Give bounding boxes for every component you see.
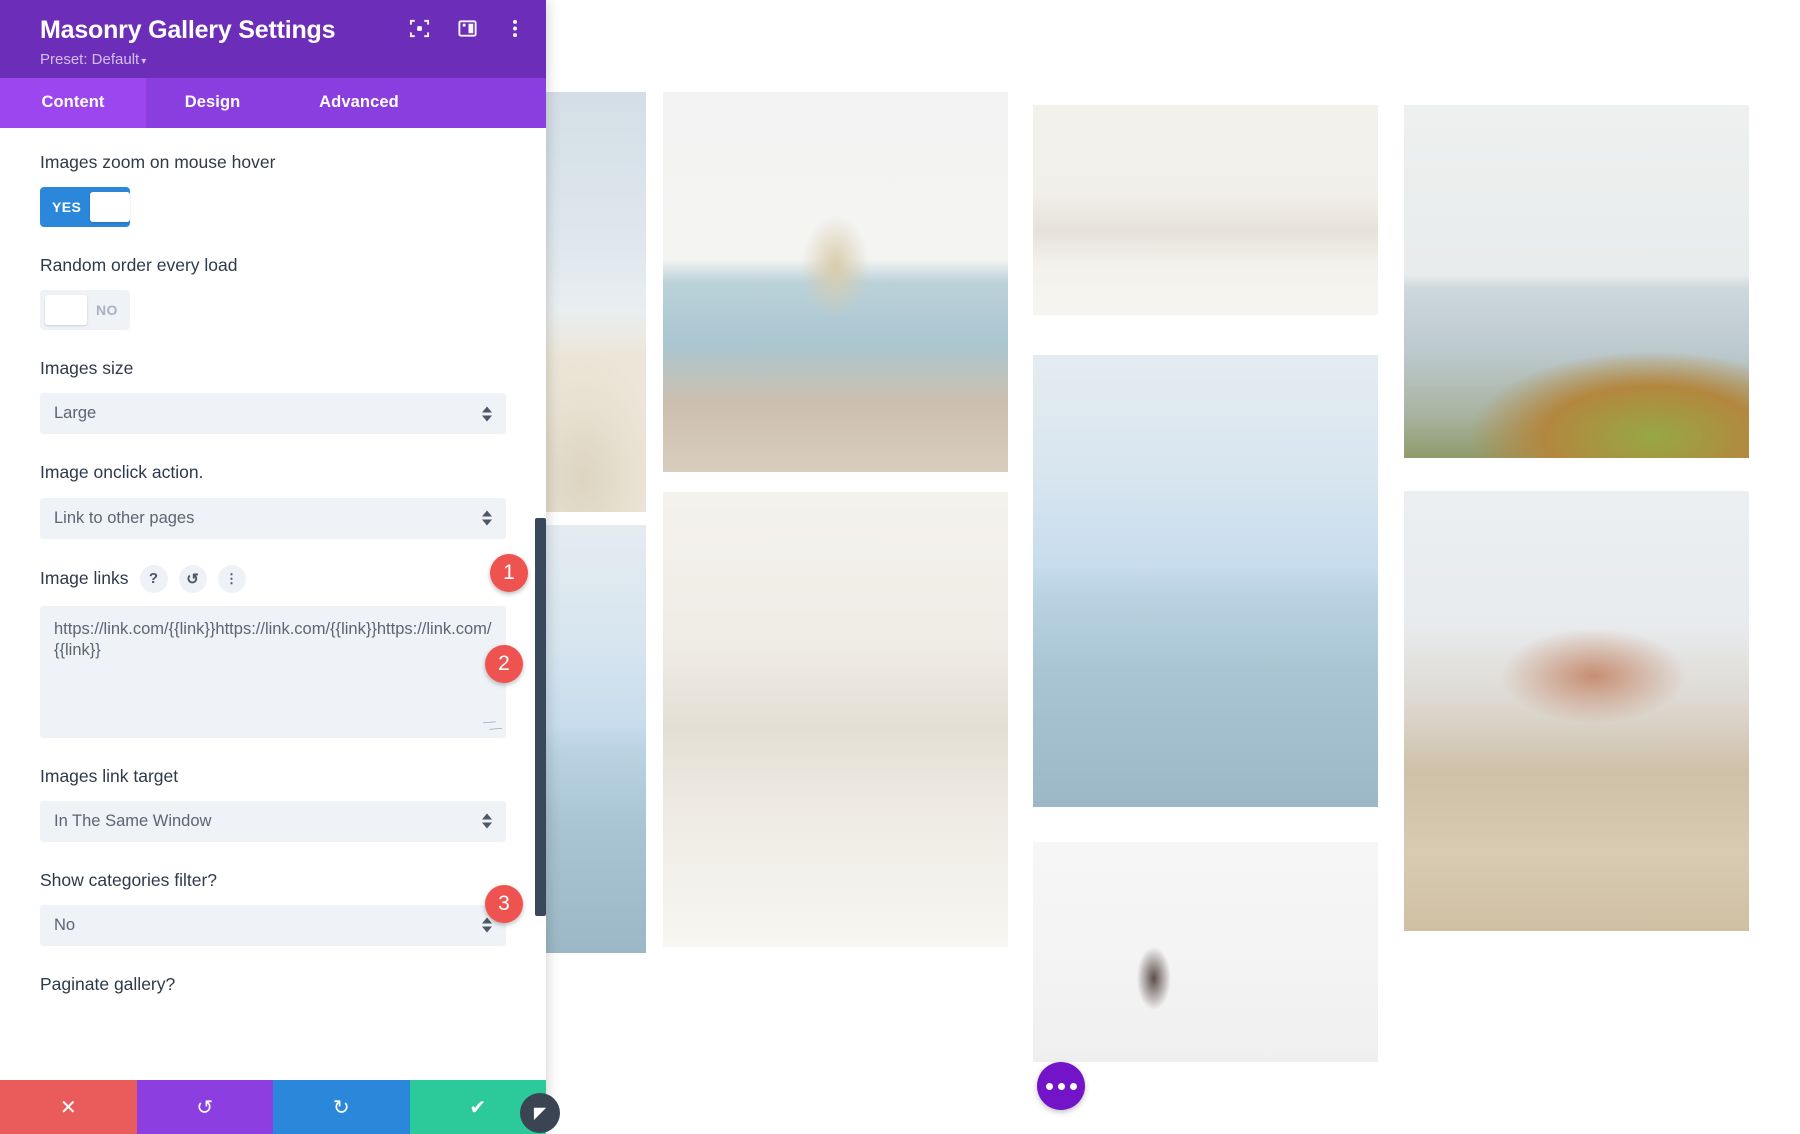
- three-dots-icon-dot: [1069, 1082, 1077, 1090]
- select-show_categories_filter[interactable]: No: [40, 904, 506, 946]
- column-1: [540, 92, 646, 953]
- field-paginate_gallery: Paginate gallery?: [40, 972, 506, 996]
- label-show_categories_filter: Show categories filter?: [40, 869, 218, 890]
- field-image_onclick_action: Image onclick action. Link to other pages: [40, 460, 506, 539]
- annotation-badge-3: 3: [485, 885, 523, 923]
- select-updown-arrows-icon: [482, 510, 492, 526]
- tab-content[interactable]: Content: [0, 78, 146, 128]
- field-label-row: Image links? ↺ ⋮: [40, 564, 506, 593]
- module-settings-panel: Masonry Gallery Settings Preset: Default…: [0, 0, 546, 1134]
- page-options-fab[interactable]: [1037, 1062, 1085, 1110]
- panel-header: Masonry Gallery Settings Preset: Default…: [0, 0, 546, 78]
- select-image_onclick_action[interactable]: Link to other pages: [40, 497, 506, 539]
- column-4: [1404, 105, 1749, 931]
- toggle-value: YES: [52, 199, 82, 216]
- rope-fence-path-photo[interactable]: [1404, 491, 1749, 931]
- input-image_links[interactable]: https://link.com/{{link}}https://link.co…: [40, 605, 506, 738]
- select-images_link_target[interactable]: In The Same Window: [40, 800, 506, 842]
- vertical-dots-icon[interactable]: [504, 17, 526, 39]
- field-random_order: Random order every load NO: [40, 253, 506, 331]
- select-value: In The Same Window: [54, 811, 212, 830]
- vertical-dots-icon[interactable]: ⋮: [217, 564, 246, 593]
- focus-frame-icon[interactable]: [408, 17, 430, 39]
- coastal-cliff-platform-photo[interactable]: [1404, 105, 1749, 458]
- redo-button[interactable]: ↻: [273, 1080, 410, 1134]
- annotation-badge-2: 2: [485, 645, 523, 683]
- header-icon-group: [408, 17, 526, 39]
- field-images_size: Images size Large: [40, 356, 506, 435]
- label-random_order: Random order every load: [40, 255, 238, 276]
- label-paginate_gallery: Paginate gallery?: [40, 973, 176, 994]
- label-images_zoom_hover: Images zoom on mouse hover: [40, 152, 276, 172]
- toggle-random_order[interactable]: NO: [40, 290, 130, 331]
- white-sofa-interior-photo[interactable]: [663, 492, 1008, 947]
- undo-button[interactable]: ↺: [136, 1080, 273, 1134]
- label-image_onclick_action: Image onclick action.: [40, 462, 204, 483]
- white-sofa-table-photo[interactable]: [1033, 105, 1378, 315]
- panel-footer-actions: ✕ ↺ ↻ ✔: [0, 1080, 546, 1134]
- toggle-value: NO: [96, 302, 118, 319]
- three-dots-icon-dot: [1045, 1082, 1053, 1090]
- select-updown-arrows-icon: [482, 813, 492, 829]
- reset-arrow-icon[interactable]: ↺: [178, 564, 207, 593]
- textarea-wrapper: https://link.com/{{link}}https://link.co…: [40, 605, 506, 738]
- chevron-down-icon: ▾: [141, 56, 147, 67]
- three-dots-icon-dot: [1057, 1082, 1065, 1090]
- label-images_size: Images size: [40, 358, 134, 379]
- select-updown-arrows-icon: [482, 406, 492, 422]
- discard-changes-button[interactable]: ✕: [0, 1080, 137, 1134]
- layout-panel-icon[interactable]: [456, 17, 478, 39]
- panel-vertical-scrollbar[interactable]: [535, 518, 546, 916]
- toggle-knob: [90, 192, 130, 223]
- select-value: No: [54, 915, 76, 934]
- dune-beach-photo[interactable]: [540, 92, 646, 512]
- toggle-knob: [45, 295, 87, 326]
- field-images_zoom_hover: Images zoom on mouse hover YES: [40, 150, 506, 228]
- field-show_categories_filter: Show categories filter? No: [40, 868, 506, 946]
- sea-horizon-photo[interactable]: [540, 525, 646, 953]
- label-image_links: Image links: [40, 568, 129, 589]
- select-value: Link to other pages: [54, 508, 195, 527]
- field-image_links: Image links? ↺ ⋮ https://link.com/{{link}}h…: [40, 564, 506, 738]
- preset-label: Preset: Default: [40, 51, 140, 68]
- hiker-walking-photo[interactable]: [1033, 842, 1378, 1062]
- toggle-images_zoom_hover[interactable]: YES: [40, 187, 130, 228]
- column-2: [663, 92, 1008, 947]
- annotation-badge-1: 1: [490, 554, 528, 592]
- wooden-pier-gazebo-photo[interactable]: [663, 92, 1008, 472]
- preset-selector[interactable]: Preset: Default ▾: [40, 51, 524, 68]
- field-images_link_target: Images link target In The Same Window: [40, 764, 506, 842]
- column-3: [1033, 105, 1378, 1062]
- settings-fields-scroll-area[interactable]: Images zoom on mouse hover YES Random orde…: [0, 128, 546, 1080]
- question-mark-icon[interactable]: ?: [139, 564, 168, 593]
- label-images_link_target: Images link target: [40, 765, 179, 786]
- select-value: Large: [54, 404, 97, 423]
- settings-tabs: Content Design Advanced: [0, 78, 546, 128]
- tab-advanced[interactable]: Advanced: [279, 78, 439, 128]
- tab-design[interactable]: Design: [146, 78, 279, 128]
- select-images_size[interactable]: Large: [40, 393, 506, 435]
- lake-jetty-photo[interactable]: [1033, 355, 1378, 807]
- select-updown-arrows-icon: [482, 917, 492, 933]
- panel-resize-handle[interactable]: ◤: [520, 1093, 560, 1133]
